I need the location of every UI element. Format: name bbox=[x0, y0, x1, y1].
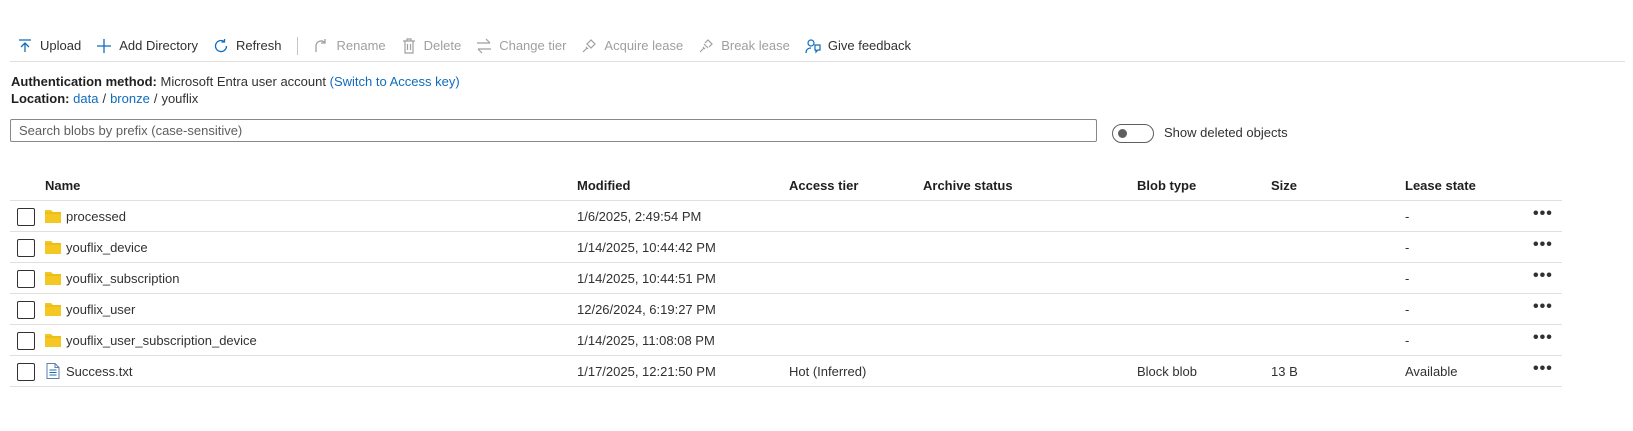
upload-label: Upload bbox=[40, 38, 82, 53]
breadcrumb-youflix: youflix bbox=[161, 91, 199, 106]
table-body: processed 1/6/2025, 2:49:54 PM - ••• youflix… bbox=[10, 201, 1562, 387]
cell-blob-type: Block blob bbox=[1137, 364, 1197, 379]
auth-label: Authentication method: bbox=[11, 74, 157, 89]
header-archive-status[interactable]: Archive status bbox=[923, 178, 1013, 193]
give-feedback-button[interactable]: Give feedback bbox=[798, 32, 919, 60]
header-access-tier[interactable]: Access tier bbox=[789, 178, 858, 193]
table-row[interactable]: processed 1/6/2025, 2:49:54 PM - ••• bbox=[10, 201, 1562, 232]
acquire-lease-label: Acquire lease bbox=[604, 38, 684, 53]
cell-modified: 1/14/2025, 11:08:08 PM bbox=[577, 333, 715, 348]
breadcrumb-bronze[interactable]: bronze bbox=[110, 91, 150, 106]
cell-modified: 1/6/2025, 2:49:54 PM bbox=[577, 209, 702, 224]
change-tier-label: Change tier bbox=[499, 38, 567, 53]
rename-label: Rename bbox=[336, 38, 386, 53]
table-row[interactable]: Success.txt 1/17/2025, 12:21:50 PM Hot (In… bbox=[10, 356, 1562, 387]
refresh-button[interactable]: Refresh bbox=[206, 32, 290, 60]
cell-lease-state: - bbox=[1405, 209, 1410, 224]
cell-modified: 1/14/2025, 10:44:51 PM bbox=[577, 271, 716, 286]
upload-icon bbox=[16, 37, 34, 55]
row-checkbox[interactable] bbox=[17, 208, 35, 226]
delete-button[interactable]: Delete bbox=[394, 32, 470, 60]
more-actions-icon[interactable]: ••• bbox=[1533, 360, 1553, 378]
cell-name[interactable]: Success.txt bbox=[66, 364, 132, 379]
more-actions-icon[interactable]: ••• bbox=[1533, 298, 1553, 316]
header-name[interactable]: Name bbox=[45, 178, 80, 193]
show-deleted-label: Show deleted objects bbox=[1164, 125, 1288, 140]
upload-button[interactable]: Upload bbox=[10, 32, 89, 60]
row-checkbox[interactable] bbox=[17, 363, 35, 381]
folder-icon bbox=[44, 270, 62, 286]
row-checkbox[interactable] bbox=[17, 332, 35, 350]
swap-arrows-icon bbox=[475, 37, 493, 55]
refresh-icon bbox=[212, 37, 230, 55]
cell-modified: 12/26/2024, 6:19:27 PM bbox=[577, 302, 716, 317]
cell-name[interactable]: youflix_device bbox=[66, 240, 148, 255]
header-size[interactable]: Size bbox=[1271, 178, 1297, 193]
table-row[interactable]: youflix_device 1/14/2025, 10:44:42 PM - ••• bbox=[10, 232, 1562, 263]
header-blob-type[interactable]: Blob type bbox=[1137, 178, 1196, 193]
cell-lease-state: - bbox=[1405, 271, 1410, 286]
cell-lease-state: - bbox=[1405, 302, 1410, 317]
table-row[interactable]: youflix_user_subscription_device 1/14/202… bbox=[10, 325, 1562, 356]
file-icon bbox=[44, 363, 62, 379]
cell-size: 13 B bbox=[1271, 364, 1298, 379]
trash-icon bbox=[400, 37, 418, 55]
row-checkbox[interactable] bbox=[17, 239, 35, 257]
acquire-lease-button[interactable]: Acquire lease bbox=[574, 32, 691, 60]
folder-icon bbox=[44, 208, 62, 224]
cell-name[interactable]: youflix_user bbox=[66, 302, 135, 317]
cell-lease-state: - bbox=[1405, 240, 1410, 255]
delete-label: Delete bbox=[423, 38, 462, 53]
location-label: Location: bbox=[11, 91, 70, 106]
show-deleted-toggle[interactable] bbox=[1112, 124, 1154, 143]
header-modified[interactable]: Modified bbox=[577, 178, 630, 193]
break-lease-button[interactable]: Break lease bbox=[691, 32, 798, 60]
breadcrumb-data[interactable]: data bbox=[73, 91, 98, 106]
cell-modified: 1/17/2025, 12:21:50 PM bbox=[577, 364, 716, 379]
breadcrumb-separator: / bbox=[102, 91, 107, 106]
more-actions-icon[interactable]: ••• bbox=[1533, 329, 1553, 347]
search-input[interactable] bbox=[10, 119, 1097, 142]
refresh-label: Refresh bbox=[235, 38, 282, 53]
cell-lease-state: - bbox=[1405, 333, 1410, 348]
give-feedback-label: Give feedback bbox=[827, 38, 911, 53]
table-row[interactable]: youflix_user 12/26/2024, 6:19:27 PM - ••• bbox=[10, 294, 1562, 325]
toggle-knob bbox=[1118, 129, 1127, 138]
add-directory-label: Add Directory bbox=[119, 38, 198, 53]
more-actions-icon[interactable]: ••• bbox=[1533, 236, 1553, 254]
breadcrumb-separator: / bbox=[153, 91, 158, 106]
header-lease-state[interactable]: Lease state bbox=[1405, 178, 1476, 193]
command-bar: Upload Add Directory Refresh Rename Dele… bbox=[10, 30, 1625, 62]
feedback-icon bbox=[804, 37, 822, 55]
add-directory-button[interactable]: Add Directory bbox=[89, 32, 206, 60]
rename-button[interactable]: Rename bbox=[306, 32, 393, 60]
breadcrumb: Location: data / bronze / youflix bbox=[11, 91, 198, 106]
break-lease-icon bbox=[697, 37, 715, 55]
cell-modified: 1/14/2025, 10:44:42 PM bbox=[577, 240, 716, 255]
folder-icon bbox=[44, 301, 62, 317]
blob-table: Name Modified Access tier Archive status… bbox=[10, 172, 1562, 387]
auth-value: Microsoft Entra user account bbox=[160, 74, 326, 89]
row-checkbox[interactable] bbox=[17, 301, 35, 319]
cell-access-tier: Hot (Inferred) bbox=[789, 364, 867, 379]
toolbar-divider bbox=[297, 36, 299, 55]
folder-icon bbox=[44, 239, 62, 255]
switch-to-access-key-link[interactable]: (Switch to Access key) bbox=[330, 74, 460, 89]
break-lease-label: Break lease bbox=[721, 38, 790, 53]
rename-icon bbox=[312, 37, 330, 55]
cell-lease-state: Available bbox=[1405, 364, 1458, 379]
folder-icon bbox=[44, 332, 62, 348]
more-actions-icon[interactable]: ••• bbox=[1533, 267, 1553, 285]
change-tier-button[interactable]: Change tier bbox=[469, 32, 574, 60]
lease-icon bbox=[580, 37, 598, 55]
cell-name[interactable]: processed bbox=[66, 209, 126, 224]
more-actions-icon[interactable]: ••• bbox=[1533, 205, 1553, 223]
cell-name[interactable]: youflix_subscription bbox=[66, 271, 179, 286]
table-row[interactable]: youflix_subscription 1/14/2025, 10:44:51 … bbox=[10, 263, 1562, 294]
auth-method: Authentication method: Microsoft Entra u… bbox=[11, 74, 460, 89]
plus-icon bbox=[95, 37, 113, 55]
row-checkbox[interactable] bbox=[17, 270, 35, 288]
table-header: Name Modified Access tier Archive status… bbox=[10, 172, 1562, 201]
cell-name[interactable]: youflix_user_subscription_device bbox=[66, 333, 257, 348]
